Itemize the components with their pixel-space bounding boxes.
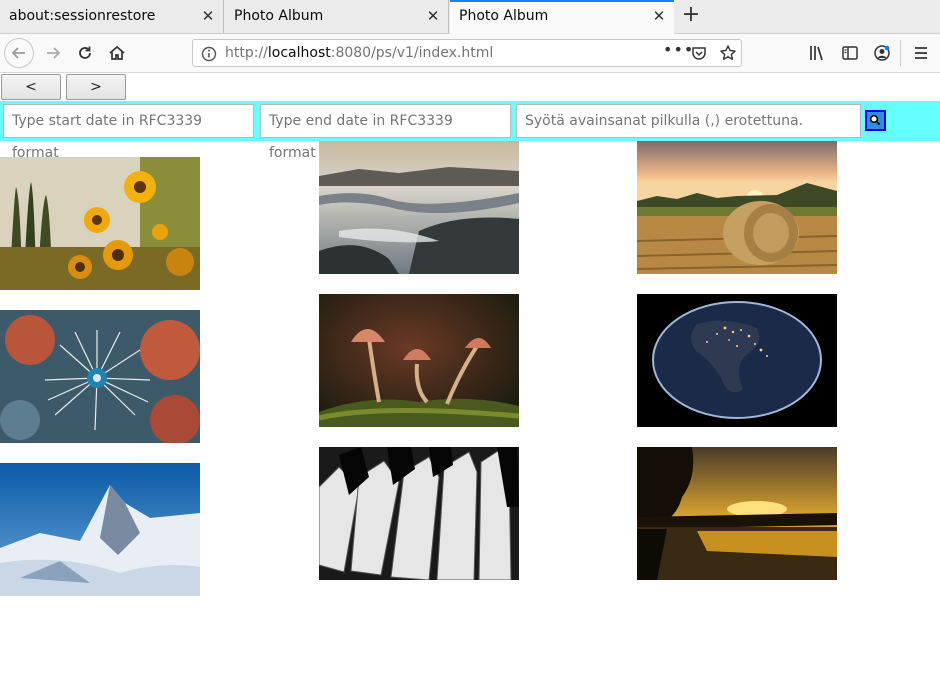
tab-strip: about:sessionrestore ✕ Photo Album ✕ Pho… (0, 0, 940, 34)
photo-hay-bale[interactable] (637, 141, 837, 274)
tab-photo-album-active[interactable]: Photo Album ✕ (450, 0, 674, 34)
photo-piano-keys[interactable] (319, 447, 519, 580)
previous-page-button[interactable]: < (1, 74, 61, 100)
photo-snowy-mountain[interactable] (0, 463, 200, 596)
bookmark-star-icon[interactable] (719, 44, 737, 62)
photo-sunflowers[interactable] (0, 157, 200, 290)
home-icon (109, 45, 125, 60)
hamburger-menu-icon[interactable] (912, 44, 930, 62)
page-actions-menu-icon[interactable]: ••• (663, 40, 694, 59)
next-page-button[interactable]: > (66, 74, 126, 100)
toolbar-separator (900, 40, 901, 66)
new-tab-button[interactable]: + (680, 4, 702, 28)
search-button[interactable] (865, 110, 886, 131)
close-icon[interactable]: ✕ (652, 9, 666, 24)
back-button[interactable] (4, 38, 34, 68)
search-bar: Type start date in RFC3339 format Type e… (0, 101, 940, 161)
forward-button[interactable] (38, 38, 68, 68)
arrow-right-icon (47, 47, 61, 59)
home-button[interactable] (102, 38, 132, 68)
tab-title: about:sessionrestore (9, 8, 156, 24)
photo-dandelion[interactable] (0, 310, 200, 443)
close-icon[interactable]: ✕ (426, 9, 440, 24)
end-date-input[interactable]: Type end date in RFC3339 format (260, 104, 511, 161)
pocket-icon[interactable] (691, 45, 707, 61)
photo-earth-at-night[interactable] (637, 294, 837, 427)
sidebar-icon[interactable] (841, 44, 859, 62)
reload-button[interactable] (70, 38, 100, 68)
photo-misty-hills[interactable] (319, 141, 519, 274)
photo-lake-sunset[interactable] (637, 447, 837, 580)
start-date-input[interactable]: Type start date in RFC3339 format (3, 104, 254, 161)
arrow-left-icon (11, 47, 25, 59)
account-icon[interactable] (873, 44, 891, 62)
tab-title: Photo Album (234, 8, 324, 24)
library-icon[interactable] (808, 44, 828, 62)
keywords-input[interactable]: Syötä avainsanat pilkulla (,) erotettuna… (516, 104, 861, 138)
url-text[interactable]: http://localhost:8080/ps/v1/index.html (225, 45, 493, 61)
reload-icon (79, 46, 91, 59)
info-icon[interactable] (201, 46, 217, 62)
photo-mushrooms[interactable] (319, 294, 519, 427)
search-icon (869, 114, 881, 126)
tab-session-restore[interactable]: about:sessionrestore ✕ (0, 0, 224, 33)
tab-photo-album[interactable]: Photo Album ✕ (225, 0, 449, 33)
navigation-bar: http://localhost:8080/ps/v1/index.html •… (0, 34, 940, 73)
url-bar[interactable]: http://localhost:8080/ps/v1/index.html •… (192, 39, 742, 67)
close-icon[interactable]: ✕ (201, 9, 215, 24)
tab-title: Photo Album (459, 8, 549, 24)
